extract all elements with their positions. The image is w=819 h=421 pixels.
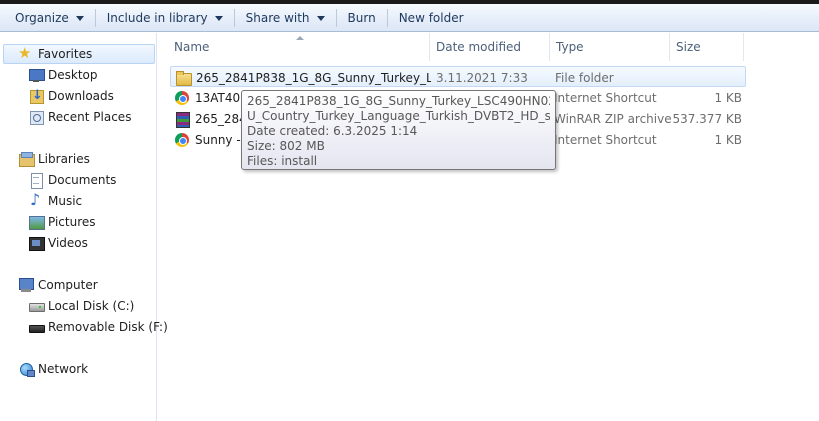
file-size: 1 KB: [714, 90, 742, 105]
libraries-icon: [18, 151, 35, 167]
nav-item-label: Music: [48, 194, 83, 208]
file-size: 1 KB: [714, 132, 742, 147]
tooltip-name-line2: U_Country_Turkey_Language_Turkish_DVBT2_…: [247, 109, 550, 123]
column-header-label: Name: [174, 40, 210, 54]
network-icon: [18, 361, 35, 377]
chevron-down-icon: [75, 15, 84, 21]
chevron-down-icon: [316, 15, 325, 21]
column-header-date-modified[interactable]: Date modified: [430, 33, 550, 61]
tooltip-date-created: Date created: 6.3.2025 1:14: [247, 124, 418, 138]
column-header-row: Name Date modified Type Size: [158, 33, 819, 61]
music-note-icon: [28, 190, 44, 209]
nav-item-local-disk[interactable]: Local Disk (C:): [28, 296, 134, 316]
file-name: Sunny -: [195, 132, 241, 147]
pictures-icon: [28, 214, 45, 230]
nav-item-label: Network: [38, 362, 89, 376]
column-header-label: Date modified: [436, 40, 522, 54]
column-header-size[interactable]: Size: [670, 33, 744, 61]
nav-item-downloads[interactable]: Downloads: [28, 86, 114, 106]
organize-label: Organize: [15, 10, 69, 25]
explorer-window: Organize Include in library Share with B…: [0, 0, 819, 421]
chrome-icon: [174, 90, 190, 106]
file-name-cell: 265_2841P838_1G_8G_Sunny_Turkey_LSC...: [175, 67, 431, 88]
tooltip-size: Size: 802 MB: [247, 139, 325, 153]
computer-icon: [18, 277, 34, 293]
nav-item-videos[interactable]: Videos: [28, 233, 88, 253]
command-bar: Organize Include in library Share with B…: [0, 4, 819, 32]
nav-item-computer[interactable]: Computer: [18, 275, 98, 295]
file-row[interactable]: 265_2841P838_1G_8G_Sunny_Turkey_LSC... 3…: [170, 66, 746, 87]
nav-item-favorites[interactable]: Favorites: [3, 44, 155, 64]
file-size: 537.377 KB: [672, 111, 742, 126]
column-header-type[interactable]: Type: [550, 33, 670, 61]
file-type: Internet Shortcut: [554, 132, 657, 147]
hard-drive-icon: [28, 298, 45, 314]
tooltip-name-line1: 265_2841P838_1G_8G_Sunny_Turkey_LSC490HN…: [247, 94, 550, 108]
navigation-pane[interactable]: Favorites Desktop Downloads Recent Place…: [0, 33, 168, 421]
file-name: 13AT405: [195, 90, 248, 105]
file-info-tooltip: 265_2841P838_1G_8G_Sunny_Turkey_LSC490HN…: [241, 90, 556, 170]
file-date: 3.11.2021 7:33: [436, 70, 528, 85]
toolbar-divider: [233, 8, 235, 27]
recent-places-icon: [28, 109, 44, 125]
toolbar-divider: [335, 8, 337, 27]
toolbar-divider: [94, 8, 96, 27]
column-header-name[interactable]: Name: [168, 33, 430, 61]
removable-drive-icon: [28, 319, 45, 335]
downloads-folder-icon: [28, 88, 44, 104]
column-header-label: Type: [556, 40, 584, 54]
nav-item-recent-places[interactable]: Recent Places: [28, 107, 131, 127]
nav-item-documents[interactable]: Documents: [28, 170, 116, 190]
nav-item-removable-disk[interactable]: Removable Disk (F:): [28, 317, 168, 337]
include-in-library-button[interactable]: Include in library: [98, 6, 232, 30]
nav-item-label: Downloads: [48, 89, 114, 103]
file-size: [673, 67, 743, 88]
documents-icon: [28, 172, 44, 189]
nav-item-label: Removable Disk (F:): [48, 320, 168, 334]
share-with-button[interactable]: Share with: [237, 6, 334, 30]
column-header-label: Size: [676, 40, 701, 54]
desktop-icon: [28, 67, 45, 83]
file-type: File folder: [555, 70, 614, 85]
file-name: 265_2841P838_1G_8G_Sunny_Turkey_LSC...: [196, 70, 431, 85]
nav-item-desktop[interactable]: Desktop: [28, 65, 98, 85]
nav-item-label: Documents: [48, 173, 117, 187]
star-icon: [18, 44, 34, 62]
nav-item-label: Local Disk (C:): [48, 299, 135, 313]
tooltip-files: Files: install: [247, 154, 318, 168]
include-in-library-label: Include in library: [106, 10, 208, 25]
burn-label: Burn: [347, 10, 376, 25]
nav-item-label: Desktop: [48, 68, 98, 82]
folder-icon: [175, 70, 192, 86]
nav-item-label: Recent Places: [48, 110, 132, 124]
nav-item-label: Pictures: [48, 215, 96, 229]
nav-item-pictures[interactable]: Pictures: [28, 212, 96, 232]
share-with-label: Share with: [245, 10, 310, 25]
toolbar-divider: [386, 8, 388, 27]
film-strip-icon: [28, 235, 45, 251]
organize-button[interactable]: Organize: [6, 6, 93, 30]
nav-item-network[interactable]: Network: [18, 359, 88, 379]
chevron-down-icon: [214, 15, 223, 21]
file-type: Internet Shortcut: [554, 90, 657, 105]
nav-item-music[interactable]: Music: [28, 190, 83, 211]
nav-item-libraries[interactable]: Libraries: [18, 149, 90, 169]
chrome-icon: [174, 132, 190, 148]
file-type: WinRAR ZIP archive: [554, 111, 672, 126]
nav-item-label: Favorites: [38, 47, 93, 61]
new-folder-label: New folder: [398, 10, 464, 25]
nav-item-label: Computer: [38, 278, 98, 292]
winrar-icon: [174, 111, 190, 128]
burn-button[interactable]: Burn: [339, 6, 385, 30]
nav-item-label: Libraries: [38, 152, 90, 166]
new-folder-button[interactable]: New folder: [390, 6, 473, 30]
nav-item-label: Videos: [48, 236, 88, 250]
